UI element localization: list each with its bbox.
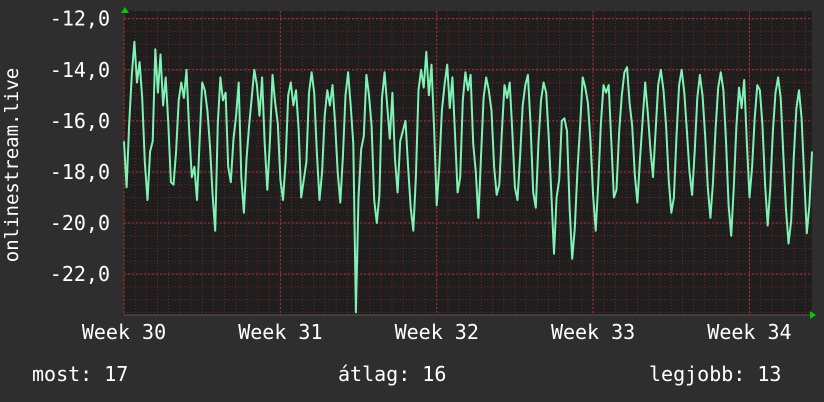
x-tick-label: Week 34	[707, 320, 791, 344]
stat-best: legjobb: 13	[649, 362, 781, 386]
y-tick-label: -12,0	[50, 7, 110, 31]
stat-best-label: legjobb:	[649, 362, 746, 386]
y-tick-label: -20,0	[50, 211, 110, 235]
x-tick-label: Week 30	[82, 320, 166, 344]
y-tick-label: -16,0	[50, 109, 110, 133]
y-tick-label: -22,0	[50, 262, 110, 286]
stat-best-value: 13	[757, 362, 782, 386]
stat-average-label: átlag:	[338, 362, 411, 386]
x-tick-label: Week 33	[551, 320, 635, 344]
x-tick-label: Week 32	[395, 320, 479, 344]
x-axis-arrow-icon	[810, 311, 816, 319]
x-tick-label: Week 31	[238, 320, 322, 344]
stat-average: átlag: 16	[338, 362, 446, 386]
stat-average-value: 16	[422, 362, 447, 386]
y-axis-label: onlinestream.live	[1, 68, 23, 262]
stat-current-label: most:	[32, 362, 93, 386]
y-axis-arrow-icon	[121, 7, 129, 13]
stat-current: most: 17	[32, 362, 128, 386]
y-tick-label: -14,0	[50, 58, 110, 82]
chart: -12,0 -14,0 -16,0 -18,0 -20,0 -22,0 Week 30 Wee…	[1, 7, 816, 344]
stat-current-value: 17	[104, 362, 129, 386]
y-tick-label: -18,0	[50, 160, 110, 184]
